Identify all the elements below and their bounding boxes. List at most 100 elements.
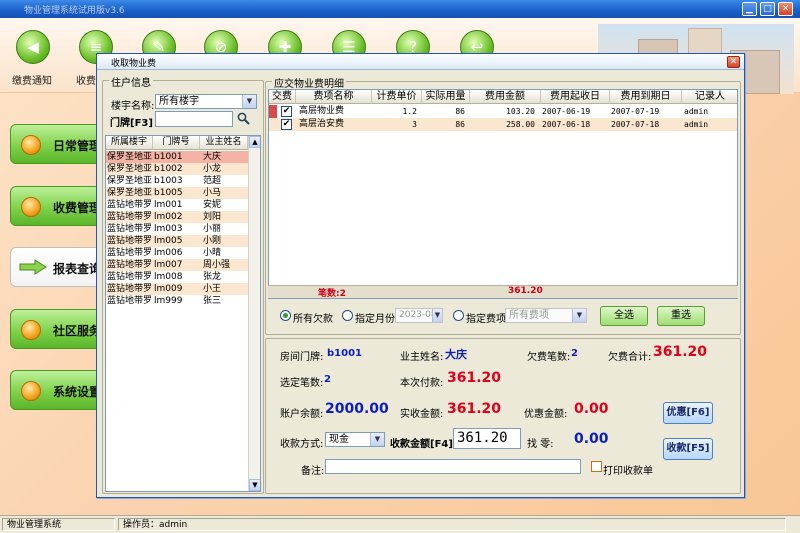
chevron-down-icon[interactable]: ▼	[370, 433, 384, 446]
fee-col-pay[interactable]: 交费	[269, 90, 296, 104]
resident-building: 蓝钻地带罗	[107, 200, 152, 210]
resident-door: b1001	[154, 152, 183, 162]
col-header-door[interactable]: 门牌号	[153, 136, 200, 150]
print-receipt-label[interactable]: 打印收款单	[603, 462, 653, 477]
fee-row[interactable]: ✔ 高层治安费 3 86 258.00 2007-06-18 2007-07-18 admin	[269, 118, 737, 131]
resident-row[interactable]: 保罗圣地亚 b1001 大庆	[106, 151, 248, 163]
dialog-close-button[interactable]: ✕	[727, 56, 740, 68]
resident-building: 蓝钻地带罗	[107, 248, 152, 258]
fee-col-price[interactable]: 计费单价	[372, 90, 422, 104]
fee-col-start[interactable]: 费用起收日	[541, 90, 610, 104]
fee-end-date: 2007-07-18	[611, 120, 660, 129]
scroll-up-icon[interactable]: ▲	[249, 136, 260, 148]
nav-label: 系统设置	[53, 385, 102, 399]
row-selector[interactable]	[269, 118, 277, 131]
fee-col-recorder[interactable]: 记录人	[682, 90, 737, 104]
radio-all-debts-label[interactable]: 所有欠款	[293, 310, 333, 325]
resident-door: b1002	[154, 164, 183, 174]
resident-row[interactable]: 蓝钻地带罗 lm007 周小强	[106, 259, 248, 271]
toolbar-label-fee[interactable]: 收费	[76, 72, 96, 87]
reselect-button[interactable]: 重选	[657, 306, 705, 326]
fee-pay-checkbox[interactable]: ✔	[281, 106, 292, 117]
resident-row[interactable]: 蓝钻地带罗 lm999 张三	[106, 295, 248, 307]
actual-value: 361.20	[447, 401, 502, 417]
discount-button[interactable]: 优惠[F6]	[663, 402, 713, 424]
close-button[interactable]: ✕	[778, 2, 793, 16]
resident-building: 保罗圣地亚	[107, 152, 152, 162]
item-select-value: 所有费项	[509, 310, 549, 321]
arrow-right-icon	[19, 259, 47, 275]
building-select[interactable]: 所有楼宇 ▼	[155, 94, 257, 109]
resident-row[interactable]: 蓝钻地带罗 lm002 刘阳	[106, 211, 248, 223]
resident-row[interactable]: 蓝钻地带罗 lm001 安妮	[106, 199, 248, 211]
fee-amount: 258.00	[506, 120, 535, 129]
scroll-down-icon[interactable]: ▼	[249, 479, 260, 491]
nav-label: 社区服务	[53, 324, 102, 338]
maximize-button[interactable]: □	[760, 2, 775, 16]
fee-col-qty[interactable]: 实际用量	[422, 90, 470, 104]
fee-col-end[interactable]: 费用到期日	[610, 90, 682, 104]
actual-label: 实收金额:	[400, 409, 444, 420]
fee-col-amount[interactable]: 费用金额	[470, 90, 541, 104]
minimize-button[interactable]: ▁	[742, 2, 757, 16]
amount-input[interactable]: 361.20	[453, 428, 521, 449]
resident-owner: 小晴	[203, 248, 222, 258]
row-selector[interactable]	[269, 105, 277, 118]
chevron-down-icon[interactable]: ▼	[572, 309, 586, 322]
search-icon[interactable]	[237, 112, 250, 125]
resident-list-scrollbar[interactable]: ▲ ▼	[248, 136, 260, 491]
pay-label: 本次付款:	[400, 378, 444, 389]
dialog-title: 收取物业费	[111, 59, 157, 69]
radio-by-item-label[interactable]: 指定费项	[466, 310, 506, 325]
resident-building: 蓝钻地带罗	[107, 284, 152, 294]
select-all-button[interactable]: 全选	[600, 306, 648, 326]
nav-community[interactable]: 社区服务	[10, 309, 102, 349]
print-receipt-checkbox[interactable]	[591, 461, 602, 472]
nav-label: 报表查询	[53, 262, 102, 276]
speaker-icon[interactable]: ◀	[16, 30, 50, 64]
resident-owner: 小王	[203, 284, 222, 294]
nav-settings[interactable]: 系统设置	[10, 370, 102, 410]
resident-row[interactable]: 蓝钻地带罗 lm005 小刚	[106, 235, 248, 247]
resident-row[interactable]: 蓝钻地带罗 lm003 小丽	[106, 223, 248, 235]
door-input[interactable]	[155, 111, 233, 127]
fee-row[interactable]: ✔ 高层物业费 1.2 86 103.20 2007-06-19 2007-07-19 adm…	[269, 105, 737, 118]
col-header-owner[interactable]: 业主姓名	[200, 136, 248, 150]
chevron-down-icon[interactable]: ▼	[432, 309, 442, 322]
resident-row[interactable]: 保罗圣地亚 b1002 小龙	[106, 163, 248, 175]
resident-owner: 刘阳	[203, 212, 222, 222]
nav-daily[interactable]: 日常管理	[10, 124, 102, 164]
resident-row[interactable]: 蓝钻地带罗 lm009 小王	[106, 283, 248, 295]
resident-row[interactable]: 蓝钻地带罗 lm006 小晴	[106, 247, 248, 259]
resident-row[interactable]: 保罗圣地亚 b1003 范超	[106, 175, 248, 187]
nav-report[interactable]: 报表查询	[10, 247, 102, 287]
resident-row[interactable]: 保罗圣地亚 b1005 小马	[106, 187, 248, 199]
radio-by-month-label[interactable]: 指定月份	[355, 310, 395, 325]
note-input[interactable]	[325, 459, 581, 474]
discount-label: 优惠金额:	[524, 409, 568, 420]
fee-price: 3	[412, 120, 417, 129]
chevron-down-icon[interactable]: ▼	[242, 95, 256, 108]
resident-row[interactable]: 蓝钻地带罗 lm008 张龙	[106, 271, 248, 283]
fee-end-date: 2007-07-19	[611, 107, 660, 116]
radio-all-debts[interactable]	[280, 310, 291, 321]
item-select[interactable]: 所有费项 ▼	[505, 308, 587, 323]
collect-button[interactable]: 收款[F5]	[663, 438, 713, 460]
owe-total-value: 361.20	[653, 344, 708, 360]
method-select[interactable]: 现金 ▼	[325, 432, 385, 447]
resident-door: lm003	[154, 224, 183, 234]
method-select-value: 现金	[329, 434, 349, 445]
col-header-building[interactable]: 所属楼宇	[106, 136, 153, 150]
toolbar-label-notice[interactable]: 缴费通知	[12, 72, 52, 87]
resident-building: 蓝钻地带罗	[107, 296, 152, 306]
fee-col-name[interactable]: 费项名称	[296, 90, 372, 104]
nav-label: 日常管理	[53, 139, 102, 153]
resident-building: 保罗圣地亚	[107, 188, 152, 198]
month-select[interactable]: 2023-08 ▼	[395, 308, 443, 323]
nav-charge[interactable]: 收费管理	[10, 186, 101, 226]
resident-owner: 大庆	[203, 152, 222, 162]
radio-by-item[interactable]	[453, 310, 464, 321]
owe-count-label: 欠费笔数:	[527, 352, 571, 363]
radio-by-month[interactable]	[342, 310, 353, 321]
fee-pay-checkbox[interactable]: ✔	[281, 119, 292, 130]
